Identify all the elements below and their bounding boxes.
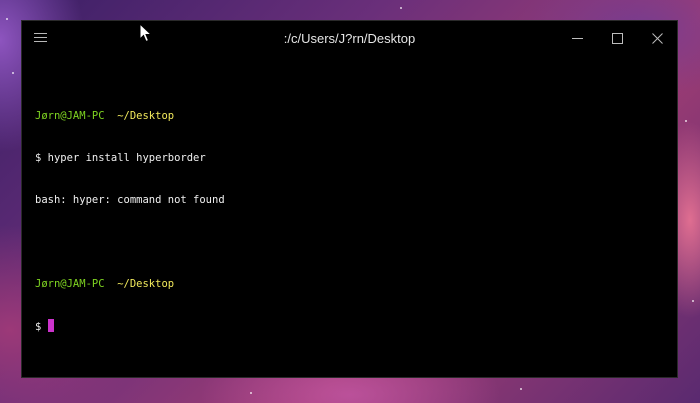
minimize-icon [571, 37, 583, 39]
title-bar[interactable]: :/c/Users/J?rn/Desktop [22, 21, 677, 55]
star [692, 300, 694, 302]
mouse-pointer-icon [139, 23, 153, 43]
prompt-cwd: ~/Desktop [117, 110, 175, 122]
command-line: $ hyper install hyperborder [35, 151, 667, 165]
prompt-symbol: $ [35, 321, 42, 333]
text-cursor [47, 319, 54, 332]
input-line[interactable]: $ [35, 319, 667, 333]
prompt-line: Jørn@JAM-PC ~/Desktop [35, 109, 667, 123]
star [520, 388, 522, 390]
prompt-cwd: ~/Desktop [117, 278, 175, 290]
terminal-output[interactable]: Jørn@JAM-PC ~/Desktop $ hyper install hy… [35, 81, 667, 367]
star [400, 7, 402, 9]
close-button[interactable] [637, 21, 677, 55]
prompt-user: Jørn@JAM-PC [35, 278, 105, 290]
output-line: bash: hyper: command not found [35, 193, 667, 207]
maximize-button[interactable] [597, 21, 637, 55]
terminal-window: :/c/Users/J?rn/Desktop Jørn@JAM-PC ~/Des… [21, 20, 678, 378]
star [250, 392, 252, 394]
command-text: hyper install hyperborder [47, 152, 206, 164]
star [685, 120, 687, 122]
close-icon [651, 32, 663, 44]
window-controls [557, 21, 677, 55]
output-text: bash: hyper: command not found [35, 194, 225, 206]
prompt-line: Jørn@JAM-PC ~/Desktop [35, 277, 667, 291]
star [6, 18, 8, 20]
maximize-icon [611, 32, 623, 44]
prompt-symbol: $ [35, 152, 42, 164]
prompt-user: Jørn@JAM-PC [35, 110, 105, 122]
minimize-button[interactable] [557, 21, 597, 55]
star [12, 72, 14, 74]
